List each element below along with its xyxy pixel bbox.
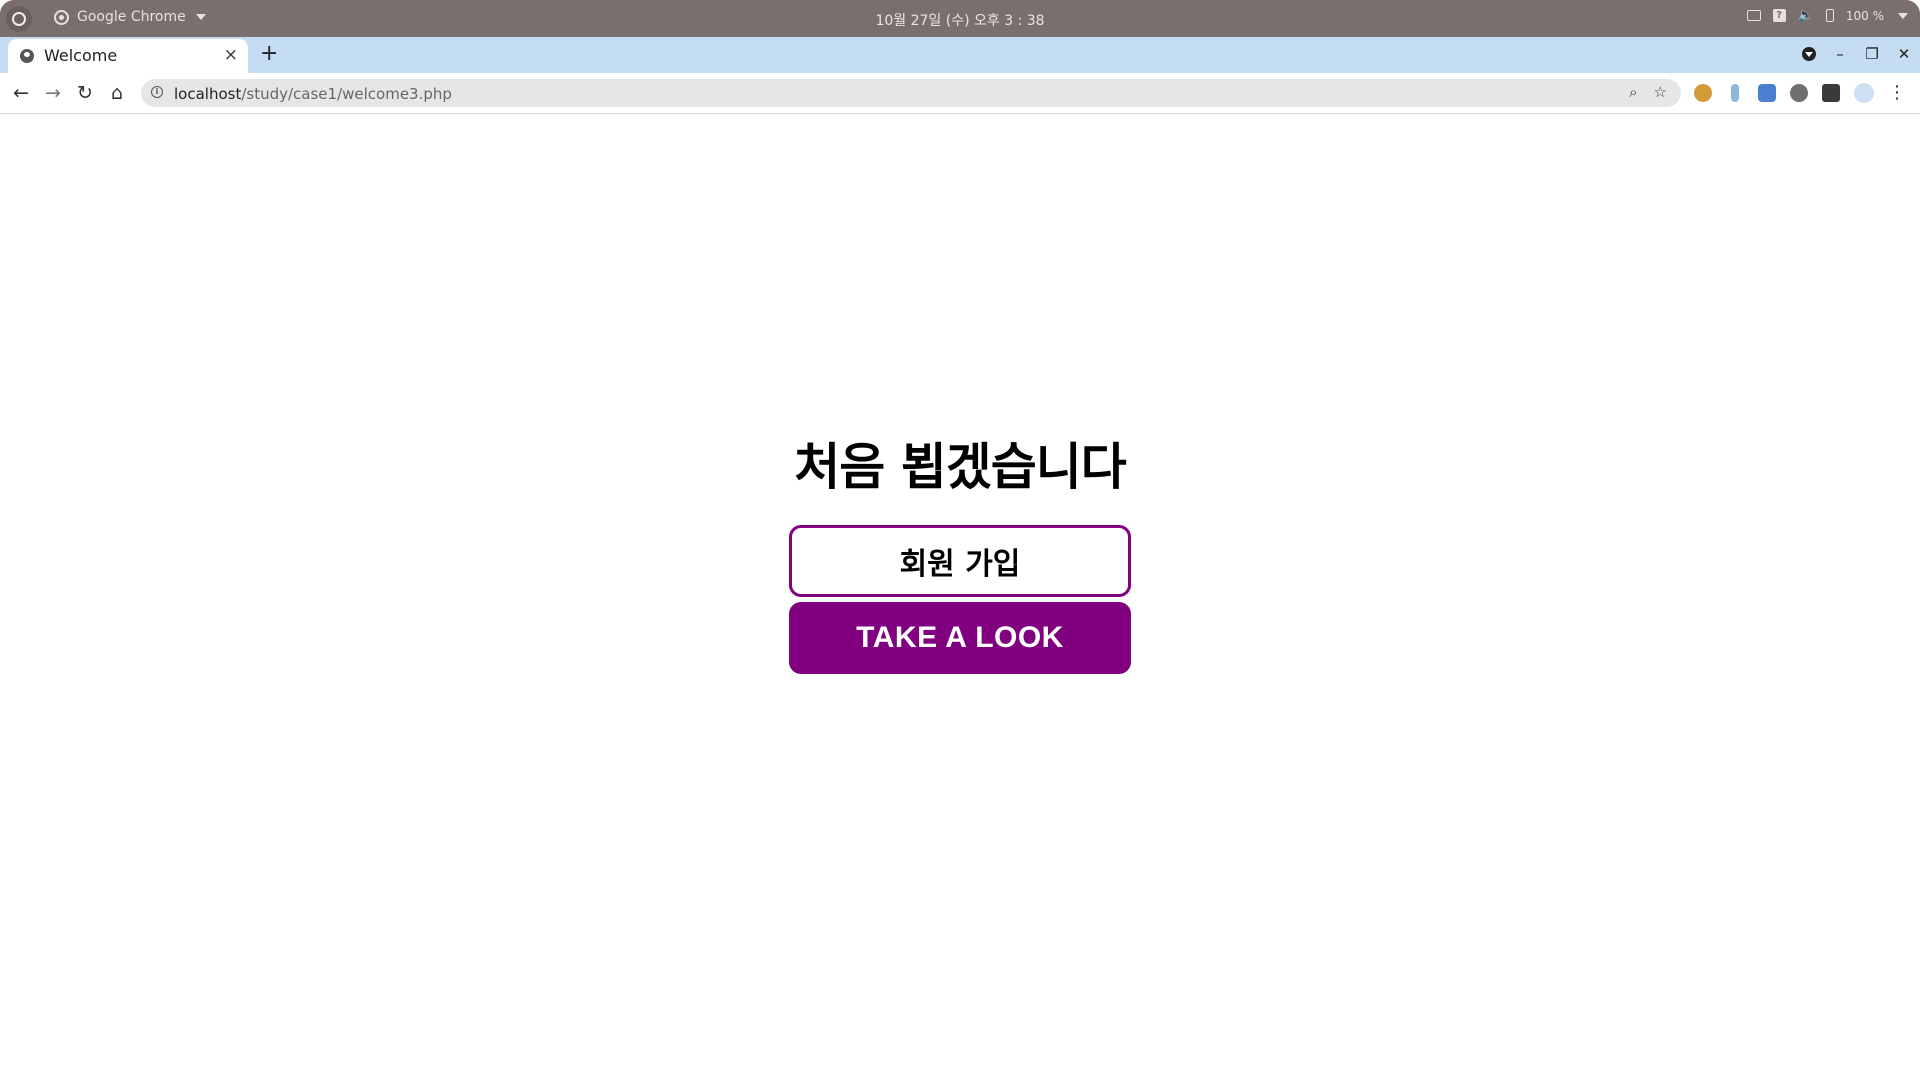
extensions-area: ⋮ bbox=[1694, 83, 1906, 103]
close-tab-button[interactable]: × bbox=[224, 45, 238, 65]
tab-title: Welcome bbox=[44, 46, 118, 65]
url-path: /study/case1/welcome3.php bbox=[241, 85, 452, 103]
help-icon[interactable]: ? bbox=[1772, 9, 1786, 22]
globe-icon bbox=[20, 49, 34, 63]
tray-chevron-down-icon[interactable] bbox=[1898, 12, 1908, 19]
keyboard-icon[interactable] bbox=[1746, 10, 1761, 21]
url-host: localhost bbox=[174, 85, 242, 103]
system-clock[interactable]: 10월 27일 (수) 오후 3 : 38 bbox=[0, 10, 1920, 30]
volume-icon[interactable]: 🔈 bbox=[1798, 8, 1814, 23]
reload-button[interactable]: ↻ bbox=[74, 82, 96, 104]
extensions-puzzle-icon[interactable] bbox=[1822, 84, 1840, 102]
bookmark-star-icon[interactable]: ☆ bbox=[1654, 83, 1667, 101]
battery-icon bbox=[1825, 9, 1834, 22]
close-window-button[interactable]: ✕ bbox=[1896, 43, 1912, 65]
zoom-icon[interactable]: ⌕ bbox=[1629, 83, 1637, 101]
restore-button[interactable]: ❐ bbox=[1864, 43, 1880, 65]
activities-button[interactable] bbox=[6, 6, 32, 32]
app-name: Google Chrome bbox=[77, 9, 186, 25]
cookie-extension-icon[interactable] bbox=[1694, 84, 1712, 102]
new-tab-button[interactable]: + bbox=[260, 41, 278, 67]
browser-toolbar: ← → ↻ ⌂ i localhost/study/case1/welcome3… bbox=[0, 73, 1920, 114]
forward-button[interactable]: → bbox=[42, 82, 64, 104]
chrome-icon bbox=[54, 9, 69, 25]
translate-extension-icon[interactable] bbox=[1758, 84, 1776, 102]
chevron-down-icon bbox=[195, 14, 206, 20]
tab-strip: Welcome × + – ❐ ✕ bbox=[0, 37, 1920, 73]
signup-button[interactable]: 회원 가입 bbox=[789, 525, 1131, 597]
tab-search-icon[interactable] bbox=[1802, 47, 1816, 61]
tab-welcome[interactable]: Welcome × bbox=[8, 39, 248, 73]
info-icon[interactable]: i bbox=[151, 86, 163, 98]
window-controls: – ❐ ✕ bbox=[1802, 43, 1912, 65]
page-heading: 처음 뵙겠습니다 bbox=[794, 438, 1126, 496]
address-bar[interactable]: i localhost/study/case1/welcome3.php ⌕ ☆ bbox=[141, 79, 1681, 107]
os-top-bar: Google Chrome 10월 27일 (수) 오후 3 : 38 ? 🔈 … bbox=[0, 0, 1920, 37]
take-a-look-button[interactable]: TAKE A LOOK bbox=[789, 602, 1131, 674]
more-menu-icon[interactable]: ⋮ bbox=[1888, 84, 1906, 102]
battery-level: 100 % bbox=[1845, 8, 1884, 23]
settings-extension-icon[interactable] bbox=[1790, 84, 1808, 102]
home-button[interactable]: ⌂ bbox=[106, 82, 128, 104]
url-text[interactable]: localhost/study/case1/welcome3.php bbox=[174, 85, 452, 103]
back-button[interactable]: ← bbox=[10, 82, 32, 104]
app-menu[interactable]: Google Chrome bbox=[54, 9, 206, 25]
profile-avatar[interactable] bbox=[1854, 83, 1874, 103]
page-content: 처음 뵙겠습니다 회원 가입 TAKE A LOOK bbox=[0, 114, 1920, 1080]
activities-icon bbox=[12, 12, 26, 26]
omnibox-actions: ⌕ ☆ bbox=[1629, 83, 1667, 101]
minimize-button[interactable]: – bbox=[1832, 43, 1848, 65]
pin-extension-icon[interactable] bbox=[1731, 84, 1739, 102]
system-tray[interactable]: ? 🔈 100 % bbox=[1746, 8, 1908, 23]
